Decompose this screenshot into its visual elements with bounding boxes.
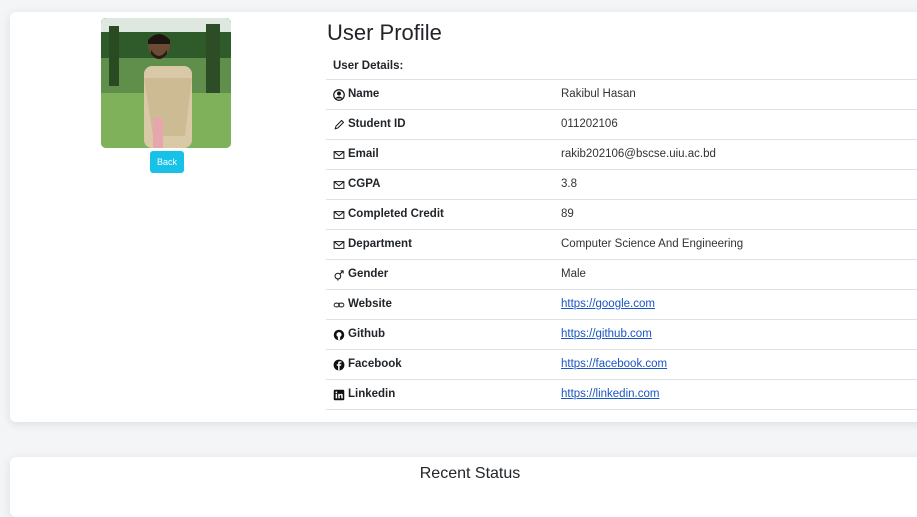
detail-label: Linkedin (333, 380, 395, 409)
detail-label: Github (333, 320, 385, 349)
back-button[interactable]: Back (150, 151, 184, 173)
detail-row-gender: Gender Male (326, 260, 917, 290)
profile-photo (101, 18, 231, 148)
detail-label: Student ID (333, 110, 406, 139)
detail-label: Gender (333, 260, 388, 289)
page-title: User Profile (327, 20, 442, 45)
detail-row-completed-credit: Completed Credit 89 (326, 200, 917, 230)
detail-row-student-id: Student ID 011202106 (326, 110, 917, 140)
detail-value: 3.8 (561, 178, 577, 190)
envelope-icon (333, 180, 345, 189)
detail-value: rakib202106@bscse.uiu.ac.bd (561, 148, 716, 160)
detail-row-email: Email rakib202106@bscse.uiu.ac.bd (326, 140, 917, 170)
detail-row-facebook: Facebook https://facebook.com (326, 350, 917, 380)
detail-value: Male (561, 268, 586, 280)
detail-row-cgpa: CGPA 3.8 (326, 170, 917, 200)
detail-label: Website (333, 290, 392, 319)
recent-status-title: Recent Status (419, 465, 521, 482)
detail-label: Email (333, 140, 379, 169)
envelope-icon (333, 240, 345, 249)
linkedin-link[interactable]: https://linkedin.com (561, 380, 659, 409)
detail-value: Rakibul Hasan (561, 88, 636, 100)
detail-row-website: Website https://google.com (326, 290, 917, 320)
user-circle-icon (333, 88, 345, 101)
gender-icon (334, 269, 344, 281)
detail-label: Completed Credit (333, 200, 444, 229)
linkedin-icon (333, 389, 345, 400)
link-icon (333, 302, 345, 307)
profile-card: Back User Profile User Details: Name Rak… (10, 12, 917, 422)
recent-status-card: Recent Status (10, 457, 917, 517)
facebook-icon (333, 359, 345, 370)
detail-value: Computer Science And Engineering (561, 238, 744, 250)
detail-row-github: Github https://github.com (326, 320, 917, 350)
envelope-icon (333, 150, 345, 159)
detail-label: Department (333, 230, 412, 259)
detail-row-department: Department Computer Science And Engineer… (326, 230, 917, 260)
user-details-header: User Details: (333, 60, 404, 72)
detail-value: 89 (561, 208, 574, 220)
envelope-icon (333, 210, 345, 219)
detail-value: 011202106 (561, 118, 618, 130)
detail-row-linkedin: Linkedin https://linkedin.com (326, 380, 917, 410)
pencil-icon (334, 119, 345, 129)
detail-row-name: Name Rakibul Hasan (326, 80, 917, 110)
detail-label: Name (333, 80, 379, 109)
detail-label: Facebook (333, 350, 402, 379)
website-link[interactable]: https://google.com (561, 290, 655, 319)
user-details-table: Name Rakibul Hasan Student ID 011202106 … (326, 79, 917, 410)
detail-label: CGPA (333, 170, 380, 199)
github-icon (333, 329, 345, 340)
facebook-link[interactable]: https://facebook.com (561, 350, 667, 379)
github-link[interactable]: https://github.com (561, 320, 652, 349)
